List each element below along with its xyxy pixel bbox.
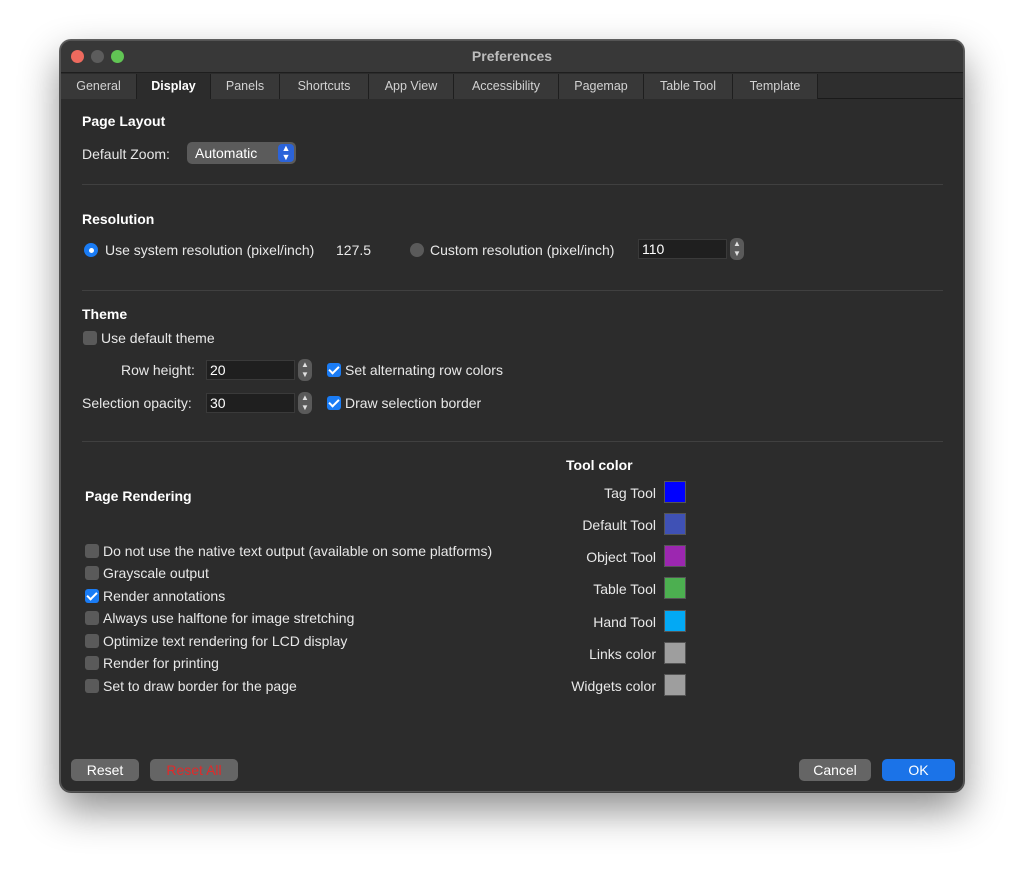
- tab-table-tool[interactable]: Table Tool: [644, 74, 733, 99]
- use-default-theme-label: Use default theme: [101, 330, 215, 346]
- theme-heading: Theme: [82, 306, 128, 322]
- links-color-label: Links color: [589, 646, 656, 662]
- default-tool-swatch[interactable]: [664, 513, 686, 535]
- grayscale-output-checkbox[interactable]: [85, 566, 99, 580]
- preferences-window: Preferences General Display Panels Short…: [60, 40, 964, 792]
- system-resolution-radio[interactable]: [84, 243, 98, 257]
- hand-tool-swatch[interactable]: [664, 610, 686, 632]
- page-rendering-heading: Page Rendering: [85, 488, 192, 504]
- title-bar: Preferences: [61, 41, 963, 73]
- links-color-swatch[interactable]: [664, 642, 686, 664]
- native-text-output-label: Do not use the native text output (avail…: [103, 543, 493, 559]
- tab-accessibility[interactable]: Accessibility: [454, 74, 559, 99]
- object-tool-swatch[interactable]: [664, 545, 686, 567]
- selection-opacity-label: Selection opacity:: [82, 395, 192, 411]
- page-border-checkbox[interactable]: [85, 679, 99, 693]
- custom-resolution-radio[interactable]: [410, 243, 424, 257]
- render-for-printing-checkbox[interactable]: [85, 656, 99, 670]
- tab-display[interactable]: Display: [137, 74, 211, 99]
- default-zoom-value: Automatic: [195, 145, 258, 161]
- tab-pagemap[interactable]: Pagemap: [559, 74, 644, 99]
- native-text-output-checkbox[interactable]: [85, 544, 99, 558]
- tab-general[interactable]: General: [61, 74, 137, 99]
- render-annotations-checkbox[interactable]: [85, 589, 99, 603]
- chevron-up-down-icon: ▲ ▼: [278, 144, 294, 162]
- lcd-rendering-checkbox[interactable]: [85, 634, 99, 648]
- halftone-label: Always use halftone for image stretching: [103, 610, 355, 626]
- system-resolution-label: Use system resolution (pixel/inch): [105, 242, 315, 258]
- tool-color-heading: Tool color: [566, 457, 633, 473]
- row-height-label: Row height:: [121, 362, 195, 378]
- default-zoom-label: Default Zoom:: [82, 146, 170, 162]
- lcd-rendering-label: Optimize text rendering for LCD display: [103, 633, 348, 649]
- cancel-button[interactable]: Cancel: [799, 759, 871, 781]
- custom-resolution-field[interactable]: 110: [638, 239, 727, 259]
- widgets-color-label: Widgets color: [571, 678, 656, 694]
- row-height-field[interactable]: 20: [206, 360, 295, 380]
- page-border-label: Set to draw border for the page: [103, 678, 297, 694]
- reset-button[interactable]: Reset: [71, 759, 139, 781]
- custom-resolution-stepper[interactable]: ▲ ▼: [730, 238, 744, 260]
- page-layout-heading: Page Layout: [82, 113, 166, 129]
- window-title: Preferences: [471, 48, 553, 64]
- object-tool-label: Object Tool: [586, 549, 656, 565]
- tag-tool-swatch[interactable]: [664, 481, 686, 503]
- custom-resolution-label: Custom resolution (pixel/inch): [430, 242, 615, 258]
- tab-panels[interactable]: Panels: [211, 74, 280, 99]
- tag-tool-label: Tag Tool: [604, 485, 656, 501]
- tab-app-view[interactable]: App View: [369, 74, 454, 99]
- table-tool-label: Table Tool: [593, 581, 656, 597]
- system-resolution-value: 127.5: [336, 242, 372, 258]
- alternating-row-colors-label: Set alternating row colors: [345, 362, 503, 378]
- hand-tool-label: Hand Tool: [593, 614, 656, 630]
- selection-opacity-field[interactable]: 30: [206, 393, 295, 413]
- default-zoom-popup[interactable]: Automatic ▲ ▼: [187, 142, 296, 164]
- table-tool-swatch[interactable]: [664, 577, 686, 599]
- tab-shortcuts[interactable]: Shortcuts: [280, 74, 369, 99]
- render-annotations-label: Render annotations: [103, 588, 226, 604]
- selection-opacity-stepper[interactable]: ▲ ▼: [298, 392, 312, 414]
- row-height-stepper[interactable]: ▲ ▼: [298, 359, 312, 381]
- reset-all-button[interactable]: Reset All: [150, 759, 238, 781]
- divider: [82, 184, 943, 185]
- selection-border-label: Draw selection border: [345, 395, 482, 411]
- resolution-heading: Resolution: [82, 211, 155, 227]
- ok-button[interactable]: OK: [882, 759, 955, 781]
- halftone-checkbox[interactable]: [85, 611, 99, 625]
- render-for-printing-label: Render for printing: [103, 655, 219, 671]
- use-default-theme-checkbox[interactable]: [83, 331, 97, 345]
- tab-template[interactable]: Template: [733, 74, 818, 99]
- divider: [82, 290, 943, 291]
- tab-bar: General Display Panels Shortcuts App Vie…: [61, 74, 963, 99]
- alternating-row-colors-checkbox[interactable]: [327, 363, 341, 377]
- widgets-color-swatch[interactable]: [664, 674, 686, 696]
- grayscale-output-label: Grayscale output: [103, 565, 209, 581]
- default-tool-label: Default Tool: [582, 517, 656, 533]
- divider: [82, 441, 943, 442]
- selection-border-checkbox[interactable]: [327, 396, 341, 410]
